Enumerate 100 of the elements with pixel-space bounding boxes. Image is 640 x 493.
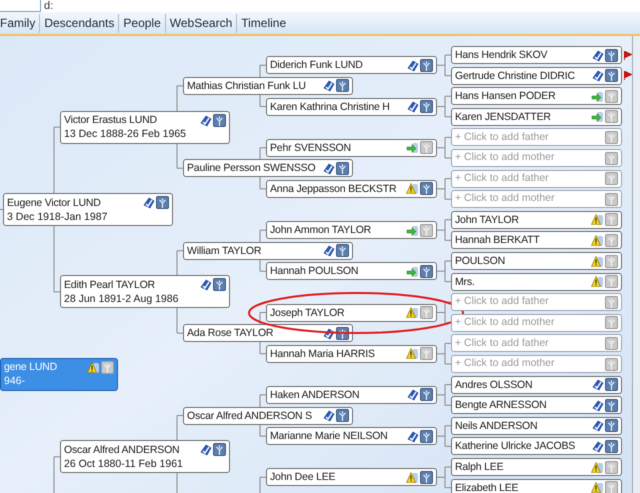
person-box[interactable]: Anna Jeppasson BECKSTR (266, 180, 437, 198)
connector-line (436, 96, 452, 118)
tree-icon[interactable] (420, 58, 433, 72)
tree-icon[interactable] (336, 79, 349, 92)
warning-icon (406, 182, 419, 196)
person-box[interactable]: Neils ANDERSON (451, 416, 622, 435)
person-box[interactable]: Hannah BERKATT (451, 231, 622, 250)
person-box[interactable]: Joseph TAYLOR (266, 304, 437, 322)
person-box[interactable]: Hannah Maria HARRIS (266, 344, 437, 363)
connector-line (260, 476, 266, 493)
tree-icon[interactable] (605, 48, 618, 62)
tree-icon[interactable] (101, 360, 114, 374)
person-box[interactable]: Elizabeth LEE (451, 478, 622, 493)
person-box[interactable]: Andres OLSSON (451, 376, 622, 394)
person-box[interactable]: Eugene Victor LUND 3 Dec 1918-Jan 1987 (3, 193, 173, 226)
person-name: Joseph TAYLOR (270, 306, 346, 320)
tab[interactable]: WebSearch (164, 14, 236, 32)
tree-icon[interactable] (420, 388, 433, 402)
tab[interactable]: Timeline (236, 14, 290, 32)
person-name: Oscar Alfred ANDERSON S (187, 408, 313, 422)
person-name: Bengte ARNESSON (455, 398, 548, 412)
tree-icon[interactable] (605, 398, 618, 412)
person-name: Hans Hansen PODER (455, 89, 556, 104)
checked-person-icon (322, 409, 335, 422)
person-box[interactable]: Pauline Persson SWENSSO (183, 159, 353, 178)
input-field[interactable] (0, 0, 41, 12)
checked-person-icon (406, 58, 419, 72)
person-box[interactable]: Pehr SVENSSON (266, 138, 437, 157)
person-box[interactable]: Diderich Funk LUND (266, 56, 437, 74)
tree-icon[interactable] (420, 100, 433, 113)
person-box[interactable]: Karen JENSDATTER (451, 108, 622, 126)
person-box[interactable]: Edith Pearl TAYLOR 28 Jun 1891-2 Aug 1986 (60, 275, 230, 308)
tree-icon[interactable] (213, 278, 226, 292)
person-box[interactable]: Victor Erastus LUND 13 Dec 1888-26 Feb 1965 (60, 110, 230, 144)
warning-icon (87, 360, 100, 374)
warning-icon (406, 470, 419, 484)
checked-person-icon (591, 419, 604, 432)
person-name: Ada Rose TAYLOR (187, 326, 274, 340)
person-box[interactable]: Karen Kathrina Christine H (266, 98, 437, 116)
person-name: John Ammon TAYLOR (270, 223, 372, 238)
tab[interactable]: People (118, 14, 165, 32)
person-box[interactable]: Ralph LEE (451, 458, 622, 476)
person-box[interactable]: Gertrude Christine DIDRIC (451, 66, 622, 85)
person-name: Karen Kathrina Christine H (270, 100, 391, 114)
person-name: Pauline Persson SWENSSO (187, 161, 316, 176)
person-name: Hannah POULSON (270, 264, 360, 278)
tree-icon[interactable] (605, 419, 618, 432)
person-box[interactable]: Marianne Marie NEILSON (266, 427, 437, 446)
person-box[interactable]: John Ammon TAYLOR (266, 221, 437, 240)
tab[interactable]: Descendants (39, 14, 118, 32)
tab[interactable]: Family (0, 14, 40, 32)
person-name: John TAYLOR (455, 212, 520, 227)
person-name: Hannah BERKATT (455, 233, 541, 248)
person-box[interactable]: John TAYLOR (451, 210, 622, 229)
tree-icon[interactable] (420, 264, 433, 278)
person-box[interactable]: Mathias Christian Funk LU (183, 76, 353, 95)
warning-icon (591, 460, 604, 474)
person-box[interactable]: POULSON (451, 252, 622, 270)
person-box[interactable]: Hans Hendrik SKOV (451, 46, 622, 64)
tree-icon[interactable] (605, 69, 618, 82)
person-box[interactable]: Katherine Ulricke JACOBS (451, 437, 622, 456)
tree-icon[interactable] (213, 114, 226, 127)
tree-icon[interactable] (420, 470, 433, 484)
person-box[interactable]: Hans Hansen PODER (451, 87, 622, 106)
tree-icon[interactable] (213, 443, 226, 456)
person-name: Karen JENSDATTER (455, 110, 552, 124)
tree-icon[interactable] (336, 244, 349, 258)
person-name: Mrs. (455, 274, 476, 289)
person-box[interactable]: John Dee LEE (266, 468, 437, 486)
person-box[interactable]: Bengte ARNESSON (451, 396, 622, 414)
tree-icon[interactable] (420, 430, 433, 443)
person-name: POULSON (455, 254, 506, 268)
tree-icon[interactable] (336, 409, 349, 422)
connector-line (436, 466, 452, 488)
person-box[interactable]: Haken ANDERSON (266, 386, 437, 404)
person-name: Eugene Victor LUND (7, 196, 102, 210)
tree-icon[interactable] (420, 182, 433, 196)
person-name: Mathias Christian Funk LU (187, 78, 307, 93)
person-dates: 26 Oct 1880-11 Feb 1961 (64, 456, 184, 471)
tree-icon[interactable] (156, 196, 169, 209)
checked-person-icon (322, 326, 335, 340)
connector-line (436, 425, 452, 447)
checked-person-icon (322, 162, 335, 175)
person-box[interactable]: Mrs. (451, 272, 622, 291)
person-box[interactable]: Oscar Alfred ANDERSON S (183, 406, 353, 424)
person-box[interactable]: Oscar Alfred ANDERSON 26 Oct 1880-11 Feb 1961 (60, 440, 230, 474)
arrow-person-icon (591, 110, 604, 124)
tree-icon[interactable] (605, 378, 618, 392)
person-name: Elizabeth LEE (455, 480, 520, 493)
tree-icon[interactable] (605, 440, 618, 453)
person-name: Anna Jeppasson BECKSTR (270, 182, 398, 196)
person-box[interactable]: Ada Rose TAYLOR (183, 324, 353, 342)
person-box[interactable]: Hannah POULSON (266, 262, 437, 280)
person-name: Katherine Ulricke JACOBS (455, 439, 576, 454)
connector-line (54, 456, 60, 493)
warning-icon (591, 234, 604, 247)
tree-icon[interactable] (336, 162, 349, 175)
checked-person-icon (199, 443, 212, 456)
person-box[interactable]: William TAYLOR (183, 242, 353, 260)
checked-person-icon (591, 440, 604, 453)
